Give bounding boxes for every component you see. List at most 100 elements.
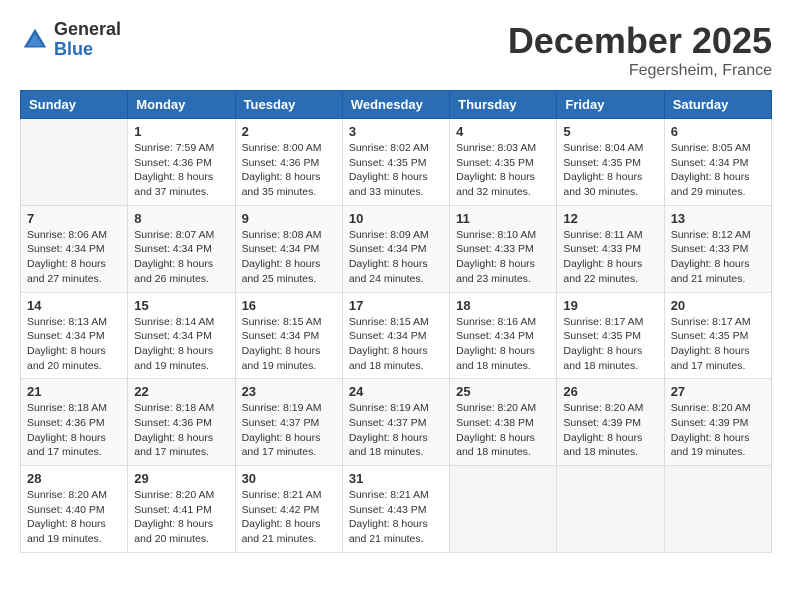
day-info: Sunrise: 8:04 AMSunset: 4:35 PMDaylight:…	[563, 141, 657, 200]
calendar-cell: 1Sunrise: 7:59 AMSunset: 4:36 PMDaylight…	[128, 119, 235, 206]
calendar-cell: 23 Sunrise: 8:19 AMSunset: 4:37 PMDayligh…	[235, 379, 342, 466]
calendar-week-row: 14 Sunrise: 8:13 AMSunset: 4:34 PMDayligh…	[21, 292, 772, 379]
day-info: Sunrise: 8:02 AMSunset: 4:35 PMDaylight:…	[349, 141, 443, 200]
day-number: 25	[456, 384, 550, 399]
calendar-cell: 24 Sunrise: 8:19 AMSunset: 4:37 PMDayligh…	[342, 379, 449, 466]
calendar-week-row: 28Sunrise: 8:20 AMSunset: 4:40 PMDayligh…	[21, 466, 772, 553]
logo-blue-text: Blue	[54, 40, 121, 60]
day-info: Sunrise: 8:17 AMSunset: 4:35 PMDaylight:…	[563, 315, 657, 374]
day-info: Sunrise: 8:21 AMSunset: 4:42 PMDaylight:…	[242, 488, 336, 547]
day-info: Sunrise: 8:18 AMSunset: 4:36 PMDaylight:…	[134, 401, 228, 460]
calendar-cell: 10Sunrise: 8:09 AMSunset: 4:34 PMDayligh…	[342, 205, 449, 292]
day-info: Sunrise: 8:00 AMSunset: 4:36 PMDaylight:…	[242, 141, 336, 200]
day-number: 1	[134, 124, 228, 139]
day-number: 5	[563, 124, 657, 139]
calendar-week-row: 21 Sunrise: 8:18 AMSunset: 4:36 PMDayligh…	[21, 379, 772, 466]
day-number: 22	[134, 384, 228, 399]
weekday-header-thursday: Thursday	[450, 91, 557, 119]
calendar-cell: 11 Sunrise: 8:10 AMSunset: 4:33 PMDayligh…	[450, 205, 557, 292]
day-info: Sunrise: 8:18 AMSunset: 4:36 PMDaylight:…	[27, 401, 121, 460]
day-info: Sunrise: 8:06 AMSunset: 4:34 PMDaylight:…	[27, 228, 121, 287]
day-number: 19	[563, 298, 657, 313]
day-number: 18	[456, 298, 550, 313]
day-info: Sunrise: 8:13 AMSunset: 4:34 PMDaylight:…	[27, 315, 121, 374]
day-number: 30	[242, 471, 336, 486]
calendar-cell: 14 Sunrise: 8:13 AMSunset: 4:34 PMDayligh…	[21, 292, 128, 379]
day-number: 2	[242, 124, 336, 139]
day-number: 20	[671, 298, 765, 313]
day-number: 12	[563, 211, 657, 226]
weekday-header-wednesday: Wednesday	[342, 91, 449, 119]
calendar-cell: 22 Sunrise: 8:18 AMSunset: 4:36 PMDayligh…	[128, 379, 235, 466]
day-info: Sunrise: 8:15 AMSunset: 4:34 PMDaylight:…	[349, 315, 443, 374]
day-number: 21	[27, 384, 121, 399]
day-info: Sunrise: 8:20 AMSunset: 4:39 PMDaylight:…	[671, 401, 765, 460]
day-info: Sunrise: 8:17 AMSunset: 4:35 PMDaylight:…	[671, 315, 765, 374]
calendar-week-row: 7 Sunrise: 8:06 AMSunset: 4:34 PMDaylight…	[21, 205, 772, 292]
calendar-cell: 17 Sunrise: 8:15 AMSunset: 4:34 PMDayligh…	[342, 292, 449, 379]
calendar-cell: 27 Sunrise: 8:20 AMSunset: 4:39 PMDayligh…	[664, 379, 771, 466]
weekday-header-tuesday: Tuesday	[235, 91, 342, 119]
calendar-cell	[664, 466, 771, 553]
calendar-cell: 19 Sunrise: 8:17 AMSunset: 4:35 PMDayligh…	[557, 292, 664, 379]
calendar-cell: 21 Sunrise: 8:18 AMSunset: 4:36 PMDayligh…	[21, 379, 128, 466]
day-number: 28	[27, 471, 121, 486]
day-info: Sunrise: 8:19 AMSunset: 4:37 PMDaylight:…	[242, 401, 336, 460]
day-number: 6	[671, 124, 765, 139]
day-info: Sunrise: 8:16 AMSunset: 4:34 PMDaylight:…	[456, 315, 550, 374]
calendar-cell: 20 Sunrise: 8:17 AMSunset: 4:35 PMDayligh…	[664, 292, 771, 379]
location: Fegersheim, France	[508, 62, 772, 80]
day-info: Sunrise: 8:20 AMSunset: 4:41 PMDaylight:…	[134, 488, 228, 547]
header: General Blue December 2025 Fegersheim, F…	[20, 20, 772, 80]
calendar-cell: 7 Sunrise: 8:06 AMSunset: 4:34 PMDaylight…	[21, 205, 128, 292]
day-info: Sunrise: 8:11 AMSunset: 4:33 PMDaylight:…	[563, 228, 657, 287]
day-info: Sunrise: 8:03 AMSunset: 4:35 PMDaylight:…	[456, 141, 550, 200]
day-info: Sunrise: 8:20 AMSunset: 4:39 PMDaylight:…	[563, 401, 657, 460]
day-number: 17	[349, 298, 443, 313]
day-number: 3	[349, 124, 443, 139]
day-info: Sunrise: 8:09 AMSunset: 4:34 PMDaylight:…	[349, 228, 443, 287]
calendar-cell: 18 Sunrise: 8:16 AMSunset: 4:34 PMDayligh…	[450, 292, 557, 379]
calendar-cell: 31Sunrise: 8:21 AMSunset: 4:43 PMDayligh…	[342, 466, 449, 553]
day-info: Sunrise: 8:19 AMSunset: 4:37 PMDaylight:…	[349, 401, 443, 460]
day-number: 14	[27, 298, 121, 313]
day-number: 7	[27, 211, 121, 226]
calendar-cell: 28Sunrise: 8:20 AMSunset: 4:40 PMDayligh…	[21, 466, 128, 553]
month-title: December 2025	[508, 20, 772, 62]
weekday-header-monday: Monday	[128, 91, 235, 119]
weekday-header-friday: Friday	[557, 91, 664, 119]
calendar-cell: 30 Sunrise: 8:21 AMSunset: 4:42 PMDayligh…	[235, 466, 342, 553]
day-info: Sunrise: 8:10 AMSunset: 4:33 PMDaylight:…	[456, 228, 550, 287]
weekday-header-saturday: Saturday	[664, 91, 771, 119]
calendar-cell: 29Sunrise: 8:20 AMSunset: 4:41 PMDayligh…	[128, 466, 235, 553]
calendar-cell: 13Sunrise: 8:12 AMSunset: 4:33 PMDayligh…	[664, 205, 771, 292]
day-info: Sunrise: 8:21 AMSunset: 4:43 PMDaylight:…	[349, 488, 443, 547]
calendar-cell: 16Sunrise: 8:15 AMSunset: 4:34 PMDayligh…	[235, 292, 342, 379]
day-number: 24	[349, 384, 443, 399]
day-info: Sunrise: 8:05 AMSunset: 4:34 PMDaylight:…	[671, 141, 765, 200]
day-number: 9	[242, 211, 336, 226]
calendar-cell: 2 Sunrise: 8:00 AMSunset: 4:36 PMDaylight…	[235, 119, 342, 206]
calendar-cell: 15Sunrise: 8:14 AMSunset: 4:34 PMDayligh…	[128, 292, 235, 379]
day-info: Sunrise: 8:20 AMSunset: 4:38 PMDaylight:…	[456, 401, 550, 460]
weekday-header-sunday: Sunday	[21, 91, 128, 119]
day-number: 4	[456, 124, 550, 139]
day-info: Sunrise: 8:07 AMSunset: 4:34 PMDaylight:…	[134, 228, 228, 287]
logo-general-text: General	[54, 20, 121, 40]
day-number: 13	[671, 211, 765, 226]
weekday-header-row: SundayMondayTuesdayWednesdayThursdayFrid…	[21, 91, 772, 119]
calendar-cell	[557, 466, 664, 553]
day-number: 26	[563, 384, 657, 399]
calendar-cell	[21, 119, 128, 206]
calendar-cell: 3 Sunrise: 8:02 AMSunset: 4:35 PMDaylight…	[342, 119, 449, 206]
day-number: 11	[456, 211, 550, 226]
logo: General Blue	[20, 20, 121, 60]
day-number: 23	[242, 384, 336, 399]
day-number: 16	[242, 298, 336, 313]
calendar-cell: 4 Sunrise: 8:03 AMSunset: 4:35 PMDaylight…	[450, 119, 557, 206]
logo-icon	[20, 25, 50, 55]
day-info: Sunrise: 8:08 AMSunset: 4:34 PMDaylight:…	[242, 228, 336, 287]
calendar-week-row: 1Sunrise: 7:59 AMSunset: 4:36 PMDaylight…	[21, 119, 772, 206]
day-number: 27	[671, 384, 765, 399]
calendar: SundayMondayTuesdayWednesdayThursdayFrid…	[20, 90, 772, 553]
